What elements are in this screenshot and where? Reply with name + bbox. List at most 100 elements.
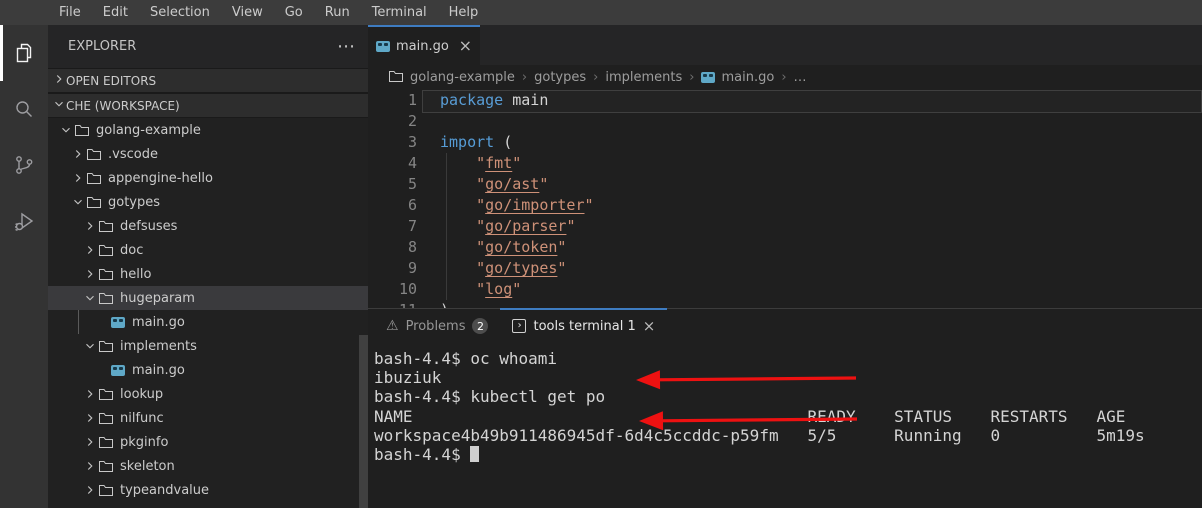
breadcrumb-item[interactable]: golang-example — [388, 68, 515, 88]
close-icon[interactable]: × — [643, 319, 656, 334]
code-line-6: 6 "go/importer" — [368, 195, 1202, 216]
tree-item-label: doc — [120, 243, 143, 258]
code-line-8: 8 "go/token" — [368, 237, 1202, 258]
section-che-workspace[interactable]: CHE (WORKSPACE) — [48, 93, 368, 118]
breadcrumb-item[interactable]: implements — [605, 70, 682, 85]
code-text: "go/token" — [417, 237, 566, 258]
code-text: "go/ast" — [417, 174, 548, 195]
search-icon[interactable] — [0, 81, 48, 137]
terminal-icon: › — [512, 319, 526, 333]
close-icon[interactable]: × — [459, 38, 472, 54]
folder-icon — [98, 266, 114, 282]
chevron-right-icon — [82, 386, 98, 402]
breadcrumb-label: implements — [605, 70, 682, 85]
menu-run[interactable]: Run — [314, 0, 361, 25]
breadcrumb: golang-example›gotypes›implements›main.g… — [368, 65, 1202, 90]
breadcrumb-item[interactable]: … — [794, 70, 807, 85]
code-editor[interactable]: 1package main23import (4 "fmt"5 "go/ast"… — [368, 90, 1202, 333]
file-tree: golang-example .vscodeappengine-hello goty… — [48, 118, 368, 502]
menu-help[interactable]: Help — [438, 0, 490, 25]
breadcrumb-label: gotypes — [534, 70, 586, 85]
tree-item-implements[interactable]: implements — [48, 334, 368, 358]
chevron-down-icon — [82, 290, 98, 306]
tree-item-gotypes[interactable]: gotypes — [48, 190, 368, 214]
tree-item-main-go[interactable]: main.go — [48, 358, 368, 382]
files-icon[interactable] — [0, 25, 48, 81]
tree-item-pkginfo[interactable]: pkginfo — [48, 430, 368, 454]
folder-icon — [86, 170, 102, 186]
section-open-editors[interactable]: OPEN EDITORS — [48, 68, 368, 93]
terminal-line: ibuziuk — [374, 368, 1202, 387]
code-text: "fmt" — [417, 153, 521, 174]
tree-item--vscode[interactable]: .vscode — [48, 142, 368, 166]
go-file-icon — [110, 362, 126, 378]
folder-icon — [98, 242, 114, 258]
chevron-right-icon — [82, 218, 98, 234]
tree-item-doc[interactable]: doc — [48, 238, 368, 262]
tree-item-lookup[interactable]: lookup — [48, 382, 368, 406]
tree-item-label: main.go — [132, 363, 185, 378]
panel-tab-problems[interactable]: ⚠Problems2 — [374, 308, 500, 342]
tree-item-hello[interactable]: hello — [48, 262, 368, 286]
debug-icon[interactable] — [0, 193, 48, 249]
line-number: 6 — [368, 195, 417, 216]
tree-item-label: golang-example — [96, 123, 201, 138]
tree-item-defsuses[interactable]: defsuses — [48, 214, 368, 238]
warning-icon: ⚠ — [386, 318, 399, 334]
source-control-icon[interactable] — [0, 137, 48, 193]
folder-icon — [98, 386, 114, 402]
breadcrumb-separator: › — [593, 70, 598, 85]
tree-item-label: pkginfo — [120, 435, 168, 450]
breadcrumb-item[interactable]: gotypes — [534, 70, 586, 85]
tab-main-go[interactable]: main.go × — [368, 25, 480, 65]
tree-item-hugeparam[interactable]: hugeparam — [48, 286, 368, 310]
panel-tab-label: Problems — [406, 319, 466, 334]
tree-item-label: hugeparam — [120, 291, 195, 306]
line-number: 10 — [368, 279, 417, 300]
menu-go[interactable]: Go — [274, 0, 314, 25]
line-number: 9 — [368, 258, 417, 279]
code-text: "log" — [417, 279, 521, 300]
line-number: 2 — [368, 111, 417, 132]
menu-file[interactable]: File — [48, 0, 92, 25]
line-number: 8 — [368, 237, 417, 258]
chevron-right-icon — [82, 242, 98, 258]
code-line-4: 4 "fmt" — [368, 153, 1202, 174]
menu-edit[interactable]: Edit — [92, 0, 139, 25]
code-line-7: 7 "go/parser" — [368, 216, 1202, 237]
tree-item-main-go[interactable]: main.go — [48, 310, 368, 334]
breadcrumb-separator: › — [781, 70, 786, 85]
tree-indent-guide — [78, 310, 79, 334]
tree-item-golang-example[interactable]: golang-example — [48, 118, 368, 142]
panel-tab-tools-terminal-1[interactable]: ›tools terminal 1× — [500, 308, 667, 342]
tree-item-skeleton[interactable]: skeleton — [48, 454, 368, 478]
tree-item-label: hello — [120, 267, 151, 282]
chevron-down-icon — [82, 338, 98, 354]
line-number: 5 — [368, 174, 417, 195]
line-number: 3 — [368, 132, 417, 153]
tree-item-appengine-hello[interactable]: appengine-hello — [48, 166, 368, 190]
tree-item-typeandvalue[interactable]: typeandvalue — [48, 478, 368, 502]
breadcrumb-label: … — [794, 70, 807, 85]
tree-item-label: gotypes — [108, 195, 160, 210]
tree-item-label: nilfunc — [120, 411, 164, 426]
sidebar-scrollbar[interactable] — [359, 335, 368, 508]
tree-item-nilfunc[interactable]: nilfunc — [48, 406, 368, 430]
folder-icon — [86, 146, 102, 162]
panel-tab-bar: ⚠Problems2›tools terminal 1× — [368, 309, 1202, 342]
menu-terminal[interactable]: Terminal — [361, 0, 438, 25]
go-file-icon — [701, 72, 715, 83]
more-actions-icon[interactable]: ⋯ — [337, 36, 356, 57]
menu-view[interactable]: View — [221, 0, 274, 25]
terminal-line: bash-4.4$ — [374, 445, 1202, 464]
folder-icon — [86, 194, 102, 210]
chevron-right-icon — [52, 72, 66, 89]
terminal-output[interactable]: bash-4.4$ oc whoamiibuziukbash-4.4$ kube… — [368, 342, 1202, 464]
code-line-9: 9 "go/types" — [368, 258, 1202, 279]
chevron-right-icon — [82, 482, 98, 498]
breadcrumb-item[interactable]: main.go — [701, 70, 774, 85]
code-line-3: 3import ( — [368, 132, 1202, 153]
code-text: "go/importer" — [417, 195, 594, 216]
menu-selection[interactable]: Selection — [139, 0, 221, 25]
tree-item-label: skeleton — [120, 459, 175, 474]
